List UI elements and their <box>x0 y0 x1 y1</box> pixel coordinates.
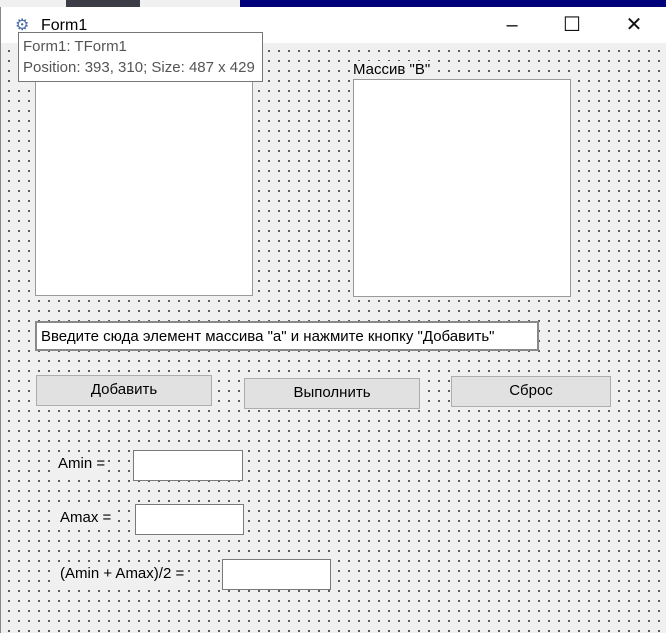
tooltip-line-1: Form1: TForm1 <box>23 38 127 55</box>
amin-field[interactable] <box>133 450 243 481</box>
app-icon: ⚙ <box>15 17 30 34</box>
array-a-listbox[interactable] <box>35 78 253 296</box>
tooltip-line-2: Position: 393, 310; Size: 487 x 429 <box>23 59 255 76</box>
maximize-button[interactable]: ☐ <box>549 11 595 39</box>
run-button[interactable]: Выполнить <box>244 378 420 409</box>
reset-button[interactable]: Сброс <box>451 376 611 407</box>
amax-field[interactable] <box>135 504 244 535</box>
avg-label: (Amin + Amax)/2 = <box>58 565 187 582</box>
avg-field[interactable] <box>222 559 331 590</box>
close-button[interactable]: ✕ <box>611 11 657 39</box>
form-client-area: Массив "B" Введите сюда элемент массива … <box>1 43 666 633</box>
form-tooltip: Form1: TForm1 Position: 393, 310; Size: … <box>18 32 263 82</box>
amax-label: Amax = <box>58 509 114 526</box>
element-input[interactable]: Введите сюда элемент массива "а" и нажми… <box>35 321 539 351</box>
add-button[interactable]: Добавить <box>36 375 212 406</box>
array-b-label: Массив "B" <box>351 61 433 78</box>
background-strip-navy <box>240 0 666 7</box>
background-strip-dark <box>66 0 140 7</box>
minimize-button[interactable]: – <box>489 11 535 39</box>
amin-label: Amin = <box>56 455 108 472</box>
array-b-listbox[interactable] <box>353 79 571 297</box>
form-window: ⚙ Form1 – ☐ ✕ Массив "B" Введите сюда эл… <box>0 7 666 633</box>
